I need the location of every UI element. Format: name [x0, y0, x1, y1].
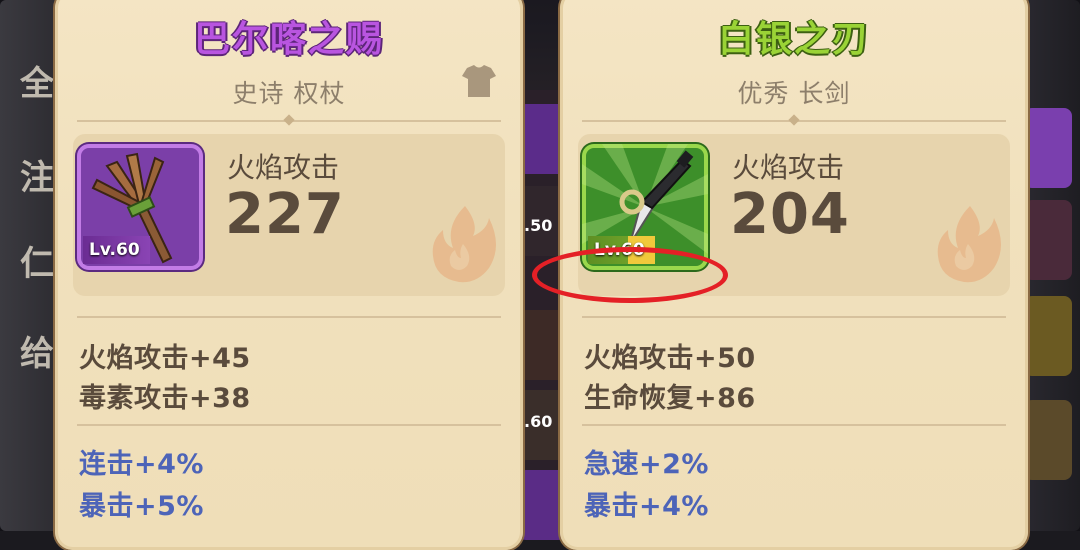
- main-stat-name: 火焰攻击: [227, 151, 340, 184]
- divider: [77, 424, 501, 426]
- inventory-tile[interactable]: [520, 470, 564, 540]
- main-stat-name: 火焰攻击: [732, 151, 845, 184]
- divider: [77, 114, 501, 126]
- attribute-line: 生命恢复+86: [584, 383, 756, 414]
- attribute-line: 火焰攻击+45: [79, 343, 251, 374]
- bonus-line: 暴击+4%: [584, 491, 709, 522]
- bg-letter: 全: [20, 64, 54, 104]
- highlight-ellipse-annotation: [532, 247, 728, 303]
- fire-element-icon: [937, 206, 1001, 283]
- bonus-line: 急速+2%: [584, 449, 709, 480]
- inventory-tile[interactable]: .60: [520, 390, 564, 460]
- equip-slot-shirt-icon[interactable]: [461, 64, 497, 98]
- attribute-line: 毒素攻击+38: [79, 383, 251, 414]
- item-title: 巴尔喀之赐: [193, 19, 384, 60]
- tile-label: .50: [524, 216, 553, 235]
- divider: [582, 316, 1006, 318]
- main-stat-value: 204: [730, 182, 850, 247]
- inventory-tile[interactable]: .50: [520, 186, 564, 256]
- bonus-line: 连击+4%: [79, 449, 204, 480]
- attribute-line: 火焰攻击+50: [584, 343, 756, 374]
- bg-letter: 给: [20, 334, 54, 374]
- inventory-tile[interactable]: [520, 104, 564, 174]
- item-icon-frame[interactable]: Lv.60: [77, 144, 203, 270]
- bg-letter: 仁: [20, 244, 54, 284]
- main-stat-value: 227: [225, 182, 345, 247]
- divider: [77, 316, 501, 318]
- bonus-line: 暴击+5%: [79, 491, 204, 522]
- tile-label: .60: [524, 412, 553, 431]
- item-title: 白银之刃: [717, 19, 870, 60]
- fire-element-icon: [432, 206, 496, 283]
- bg-letter: 注: [20, 158, 54, 198]
- background-inventory-strip: .50 .60: [518, 90, 566, 540]
- inventory-tile[interactable]: [1024, 296, 1072, 376]
- inventory-tile[interactable]: [1024, 200, 1072, 280]
- inventory-tile[interactable]: [1024, 108, 1072, 188]
- item-subtitle: 优秀 长剑: [737, 79, 851, 108]
- inventory-tile[interactable]: [520, 310, 564, 380]
- inventory-tile[interactable]: [1024, 400, 1072, 480]
- main-stat-panel: Lv.60 火焰攻击 227: [73, 134, 505, 296]
- divider: [582, 114, 1006, 126]
- item-subtitle: 史诗 权杖: [232, 79, 346, 108]
- item-level-badge: Lv.60: [83, 236, 150, 264]
- item-card-compare-left: 巴尔喀之赐 史诗 权杖 Lv.60 火焰攻击 227 火焰攻击+45 毒素攻击+…: [55, 0, 523, 550]
- divider: [582, 424, 1006, 426]
